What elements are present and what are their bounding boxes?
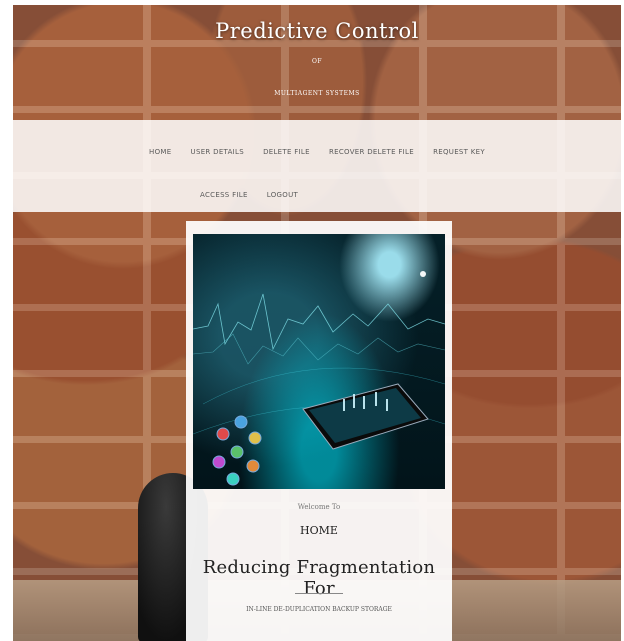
divider (295, 593, 343, 594)
page-background: Predictive Control OF MULTIAGENT SYSTEMS… (13, 5, 621, 641)
site-title[interactable]: Predictive Control (13, 19, 621, 43)
page-heading: HOME (300, 524, 338, 537)
nav-recover-delete-file[interactable]: RECOVER DELETE FILE (329, 148, 414, 156)
nav-delete-file[interactable]: DELETE FILE (263, 148, 310, 156)
site-header: Predictive Control OF MULTIAGENT SYSTEMS (13, 5, 621, 120)
network-technology-illustration (193, 271, 445, 486)
hero-image (193, 234, 445, 489)
nav-home[interactable]: HOME (149, 148, 171, 156)
main-navigation: HOME USER DETAILS DELETE FILE RECOVER DE… (13, 120, 621, 212)
project-subtitle: IN-LINE DE-DUPLICATION BACKUP STORAGE (246, 606, 392, 613)
nav-row-1: HOME USER DETAILS DELETE FILE RECOVER DE… (13, 139, 621, 158)
nav-row-2: ACCESS FILE LOGOUT (13, 182, 621, 201)
nav-user-details[interactable]: USER DETAILS (191, 148, 244, 156)
nav-request-key[interactable]: REQUEST KEY (433, 148, 485, 156)
site-title-of: OF (311, 58, 323, 65)
nav-access-file[interactable]: ACCESS FILE (200, 191, 248, 199)
nav-logout[interactable]: LOGOUT (267, 191, 298, 199)
welcome-text: Welcome To (297, 503, 341, 511)
site-subtitle: MULTIAGENT SYSTEMS (274, 90, 360, 97)
content-card: Welcome To HOME Reducing Fragmentation F… (186, 221, 452, 641)
